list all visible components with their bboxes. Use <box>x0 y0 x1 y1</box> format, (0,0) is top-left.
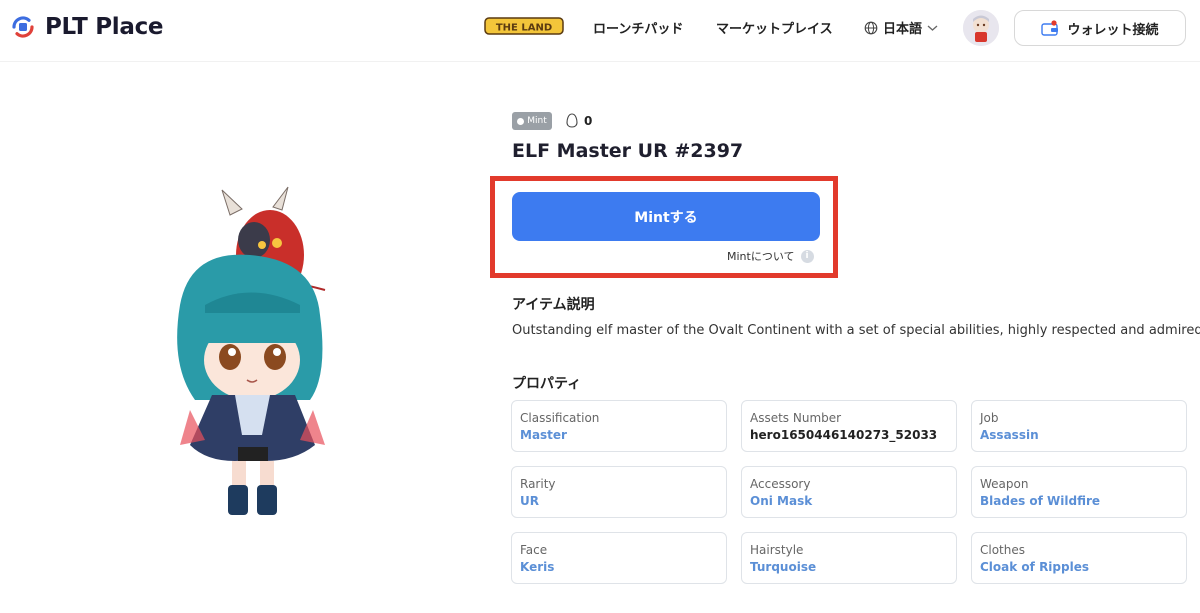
property-value: Oni Mask <box>750 494 813 508</box>
properties-grid: Classification Master Assets Number hero… <box>511 400 1187 584</box>
user-avatar[interactable] <box>963 10 999 46</box>
property-label: Face <box>520 543 548 557</box>
property-label: Weapon <box>980 477 1029 491</box>
property-label: Assets Number <box>750 411 842 425</box>
about-mint-label: Mintについて <box>727 250 795 263</box>
property-card-clothes: Clothes Cloak of Ripples <box>971 532 1187 584</box>
language-label: 日本語 <box>883 22 923 37</box>
egg-icon <box>566 113 578 128</box>
property-card-face: Face Keris <box>511 532 727 584</box>
property-value: Assassin <box>980 428 1039 442</box>
property-label: Rarity <box>520 477 556 491</box>
mint-button[interactable]: Mintする <box>512 192 820 241</box>
property-value: Cloak of Ripples <box>980 560 1089 574</box>
nft-character-image <box>177 186 326 515</box>
properties-heading: プロパティ <box>512 376 582 392</box>
wallet-icon <box>1041 20 1059 36</box>
mint-status-badge: Mint <box>512 112 552 130</box>
about-mint-link[interactable]: Mintについて i <box>727 248 814 264</box>
property-card-accessory: Accessory Oni Mask <box>741 466 957 518</box>
brand-name: PLT Place <box>45 14 164 40</box>
description-heading: アイテム説明 <box>512 297 595 313</box>
property-card-hairstyle: Hairstyle Turquoise <box>741 532 957 584</box>
property-label: Accessory <box>750 477 811 491</box>
info-icon: i <box>800 249 814 263</box>
the-land-logo-text: THE LAND <box>496 23 552 34</box>
property-card-classification: Classification Master <box>511 400 727 452</box>
mint-badge-dot-icon <box>517 117 525 125</box>
property-value: Master <box>520 428 567 442</box>
likes-counter[interactable]: 0 <box>566 113 592 128</box>
property-label: Job <box>980 411 999 425</box>
property-card-weapon: Weapon Blades of Wildfire <box>971 466 1187 518</box>
property-value: Turquoise <box>750 560 817 574</box>
globe-icon <box>864 21 878 34</box>
brand-logo[interactable]: PLT Place <box>8 12 164 42</box>
top-header: PLT Place THE LAND ローンチパッド マーケットプレイス 日本語 <box>0 0 1200 62</box>
property-card-assets-number: Assets Number hero1650446140273_52033 <box>741 400 957 452</box>
property-label: Clothes <box>980 543 1025 557</box>
property-label: Hairstyle <box>750 543 804 557</box>
nav-marketplace[interactable]: マーケットプレイス <box>716 18 833 37</box>
mint-badge-label: Mint <box>527 116 547 126</box>
property-value: hero1650446140273_52033 <box>750 428 938 442</box>
property-card-job: Job Assassin <box>971 400 1187 452</box>
avatar-icon <box>963 10 999 46</box>
property-label: Classification <box>520 411 600 425</box>
wallet-connect-button[interactable]: ウォレット接続 <box>1014 10 1186 46</box>
the-land-logo[interactable]: THE LAND <box>484 15 564 37</box>
item-description: Outstanding elf master of the Ovalt Cont… <box>512 323 1200 338</box>
property-value: UR <box>520 494 539 508</box>
likes-count: 0 <box>584 113 593 128</box>
item-title: ELF Master UR #2397 <box>512 140 744 162</box>
plt-logo-icon <box>12 16 34 38</box>
property-value: Keris <box>520 560 555 574</box>
property-value: Blades of Wildfire <box>980 494 1101 508</box>
language-selector[interactable]: 日本語 <box>864 18 938 37</box>
property-card-rarity: Rarity UR <box>511 466 727 518</box>
wallet-connect-label: ウォレット接続 <box>1067 22 1159 38</box>
nav-launchpad[interactable]: ローンチパッド <box>593 18 683 37</box>
chevron-down-icon <box>927 25 938 31</box>
